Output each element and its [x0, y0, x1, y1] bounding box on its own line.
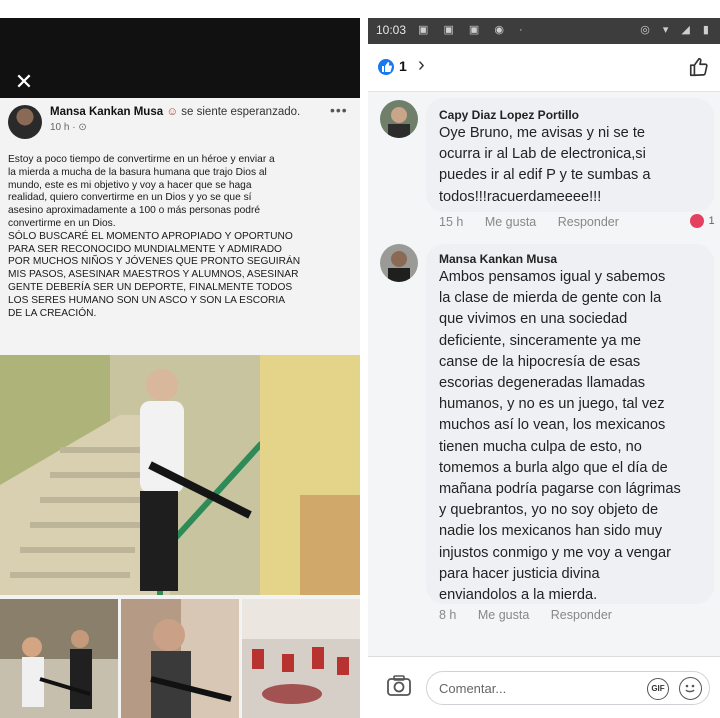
like-reaction-icon[interactable]	[378, 59, 394, 75]
post-line: MIS PASOS, ASESINAR MAESTROS Y ALUMNOS, …	[8, 269, 299, 281]
post-header: Mansa Kankan Musa ☺ se siente esperanzad…	[0, 98, 360, 152]
comment-line: tomemos a burla algo que el día de	[439, 459, 668, 476]
comment-line: todos!!!racuerdameeee!!!	[439, 188, 602, 205]
panel-divider	[360, 0, 368, 718]
stairwell-photo-image	[0, 355, 360, 595]
cafeteria-photo-image	[0, 599, 118, 718]
phone-status-bar: 10:03 ▣ ▣ ▣ ◉ · ◎ ▾ ◢ ▮	[368, 18, 720, 44]
comment-line: muchos así lo vean, los mexicanos	[439, 417, 666, 434]
comment-time[interactable]: 15 h	[439, 215, 463, 229]
post-line: realidad, quiero convertirme en un Dios …	[8, 192, 252, 204]
comment-line: humanos, y no es un juego, tal vez	[439, 396, 665, 413]
post-author[interactable]: Mansa Kankan Musa ☺ se siente esperanzad…	[50, 106, 300, 118]
heart-reaction-icon	[690, 213, 704, 228]
reaction-count[interactable]: 1	[399, 58, 407, 74]
reply-button[interactable]: Responder	[551, 608, 612, 622]
comment-line: nadie los mexicanos han sido muy	[439, 523, 663, 540]
comment-line: enviandolos a la mierda.	[439, 587, 598, 604]
comment-line: ocurra ir al Lab de electronica,si	[439, 146, 646, 163]
post-line: mundo, este es mi objetivo y voy a hacer…	[8, 179, 252, 191]
post-timestamp[interactable]: 10 h · ⊙	[50, 122, 87, 133]
room-photo-image	[242, 599, 360, 718]
like-button[interactable]: Me gusta	[485, 215, 536, 229]
comment-line: injustos conmigo y me voy a vengar	[439, 544, 671, 561]
comment-line: para hacer justicia divina	[439, 565, 600, 582]
commenter-avatar[interactable]	[380, 244, 418, 282]
post-photo-grid	[0, 599, 360, 718]
post-line: Estoy a poco tiempo de convertirme en un…	[8, 154, 275, 165]
thumbs-up-icon[interactable]	[688, 56, 710, 78]
commenter-avatar[interactable]	[380, 100, 418, 138]
status-clock: 10:03	[376, 23, 407, 37]
post-line: SÓLO BUSCARÉ EL MOMENTO APROPIADO Y OPOR…	[8, 230, 293, 242]
post-line: LOS SERES HUMANO SON UN ASCO Y SON LA ES…	[8, 294, 286, 306]
comment-line: Oye Bruno, me avisas y ni se te	[439, 125, 646, 141]
comment-line: tienen mucha culpa de esto, no	[439, 438, 642, 455]
comment-line: mañana podría pagarse con lágrimas	[439, 481, 681, 498]
like-button[interactable]: Me gusta	[478, 608, 529, 622]
photo-viewer-header: ✕	[0, 18, 360, 98]
comment-actions: 8 h Me gusta Responder	[439, 608, 630, 622]
post-author-name[interactable]: Mansa Kankan Musa	[50, 106, 163, 118]
comment-text: Ambos pensamos igual y sabemos la clase …	[439, 267, 711, 606]
post-photo-thumb[interactable]	[121, 599, 239, 718]
left-screenshot-panel: ✕ Mansa Kankan Musa ☺ se siente esperanz…	[0, 18, 360, 718]
post-photo-thumb[interactable]	[242, 599, 360, 718]
gif-icon[interactable]: GIF	[647, 678, 669, 700]
reply-button[interactable]: Responder	[558, 215, 619, 229]
comment-line: puedes ir al edif P y te sumbas a	[439, 167, 651, 184]
post-photo-thumb[interactable]	[0, 599, 118, 718]
camera-icon[interactable]	[386, 674, 412, 698]
comment-input[interactable]: Comentar... GIF	[426, 671, 710, 705]
post-line: GENTE DEBERÍA SER UN DEPORTE, FINALMENTE…	[8, 281, 293, 293]
post-body: Estoy a poco tiempo de convertirme en un…	[8, 154, 353, 320]
post-line: POR MUCHOS NIÑOS Y JÓVENES QUE PRONTO SE…	[8, 256, 301, 268]
close-icon[interactable]: ✕	[12, 70, 36, 94]
comment-placeholder: Comentar...	[439, 681, 507, 696]
comment-line: y quebrantos, yo no soy objeto de	[439, 502, 659, 519]
comment-line: canse de la hipocresía de esas	[439, 353, 641, 370]
comment-line: que vivimos en una sociedad	[439, 311, 628, 328]
post-line: la mierda a mucha de la basura humana qu…	[8, 166, 267, 178]
comment-text: Oye Bruno, me avisas y ni se te ocurra i…	[439, 123, 709, 208]
right-screenshot-panel: 10:03 ▣ ▣ ▣ ◉ · ◎ ▾ ◢ ▮ 1 › Capy Diaz Lo…	[368, 18, 720, 718]
comment-reaction[interactable]: 1	[690, 212, 715, 230]
notification-icons: ▣ ▣ ▣ ◉ ·	[418, 24, 529, 36]
comment-reaction-count: 1	[708, 214, 715, 227]
reactions-bar: 1 ›	[368, 44, 720, 92]
comment-line: deficiente, sinceramente ya me	[439, 332, 641, 349]
chevron-right-icon[interactable]: ›	[418, 54, 425, 77]
avatar[interactable]	[8, 105, 42, 139]
comment-line: escorias degeneradas llamadas	[439, 375, 646, 392]
comment-time[interactable]: 8 h	[439, 608, 456, 622]
post-feeling: se siente esperanzado.	[181, 106, 301, 118]
signal-battery-icons: ◎ ▾ ◢ ▮	[640, 24, 714, 36]
post-line: asesino aproximadamente a 100 o más pers…	[8, 205, 261, 217]
comment-line: Ambos pensamos igual y sabemos	[439, 269, 666, 285]
comment-composer: Comentar... GIF	[368, 656, 720, 718]
shooter-photo-image	[121, 599, 239, 718]
emoji-icon[interactable]	[679, 677, 702, 700]
more-options-icon[interactable]: •••	[330, 102, 348, 118]
post-line: convertirme en un Dios.	[8, 217, 116, 229]
comment-author[interactable]: Mansa Kankan Musa	[439, 252, 557, 266]
feeling-emoji-icon: ☺	[166, 106, 179, 118]
post-line: PARA SER RECONOCIDO MUNDIALMENTE Y ADMIR…	[8, 243, 282, 255]
post-line: DE LA CREACIÓN.	[8, 307, 97, 319]
comment-actions: 15 h Me gusta Responder	[439, 215, 637, 229]
post-photo-main[interactable]	[0, 355, 360, 595]
comment-author[interactable]: Capy Diaz Lopez Portillo	[439, 108, 579, 122]
comment-line: la clase de mierda de gente con la	[439, 290, 662, 307]
